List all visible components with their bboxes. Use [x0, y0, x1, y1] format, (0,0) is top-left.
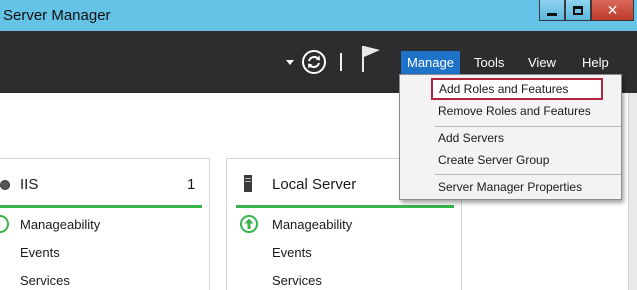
tile-row-events[interactable]: Events — [20, 245, 60, 260]
maximize-icon — [573, 5, 583, 15]
toolbar-separator — [340, 53, 342, 71]
status-up-icon — [240, 215, 258, 233]
status-bar — [0, 205, 202, 208]
minimize-button[interactable] — [539, 0, 565, 21]
menu-manage[interactable]: Manage — [401, 51, 460, 75]
tile-title: IIS — [20, 176, 39, 193]
menu-help[interactable]: Help — [576, 51, 615, 75]
menu-divider — [435, 174, 621, 175]
tile-row-manageability[interactable]: Manageability — [272, 217, 352, 232]
dropdown-arrow-icon[interactable] — [286, 60, 294, 65]
tile-row-manageability[interactable]: Manageability — [20, 217, 100, 232]
refresh-icon[interactable] — [301, 49, 327, 75]
close-button[interactable]: ✕ — [591, 0, 634, 21]
menu-item-add-servers[interactable]: Add Servers — [400, 127, 621, 149]
flag-icon[interactable] — [361, 45, 381, 73]
menu-item-server-manager-properties[interactable]: Server Manager Properties — [400, 176, 621, 198]
tile-title: Local Server — [272, 176, 357, 193]
tile-row-services[interactable]: Services — [20, 273, 70, 288]
menu-item-create-server-group[interactable]: Create Server Group — [400, 149, 621, 171]
minimize-icon — [547, 12, 557, 16]
tile-count: 1 — [187, 176, 196, 193]
status-ok-icon — [0, 215, 9, 233]
menu-item-remove-roles-and-features[interactable]: Remove Roles and Features — [400, 100, 621, 122]
window-title: Server Manager — [3, 7, 111, 24]
server-icon — [244, 175, 252, 192]
close-icon: ✕ — [606, 2, 619, 18]
menu-item-add-roles-and-features[interactable]: Add Roles and Features — [431, 78, 603, 100]
maximize-button[interactable] — [565, 0, 591, 21]
menu-view[interactable]: View — [522, 51, 562, 75]
menu-tools[interactable]: Tools — [468, 51, 510, 75]
tile-row-services[interactable]: Services — [272, 273, 322, 288]
iis-tile[interactable]: IIS 1 Manageability Events Services — [0, 158, 210, 290]
title-bar: Server Manager ✕ — [0, 0, 637, 31]
status-bar — [236, 205, 454, 208]
manage-dropdown-menu: Add Roles and Features Remove Roles and … — [399, 74, 622, 200]
globe-icon — [0, 180, 10, 190]
tile-row-events[interactable]: Events — [272, 245, 312, 260]
scrollbar[interactable] — [628, 93, 637, 290]
